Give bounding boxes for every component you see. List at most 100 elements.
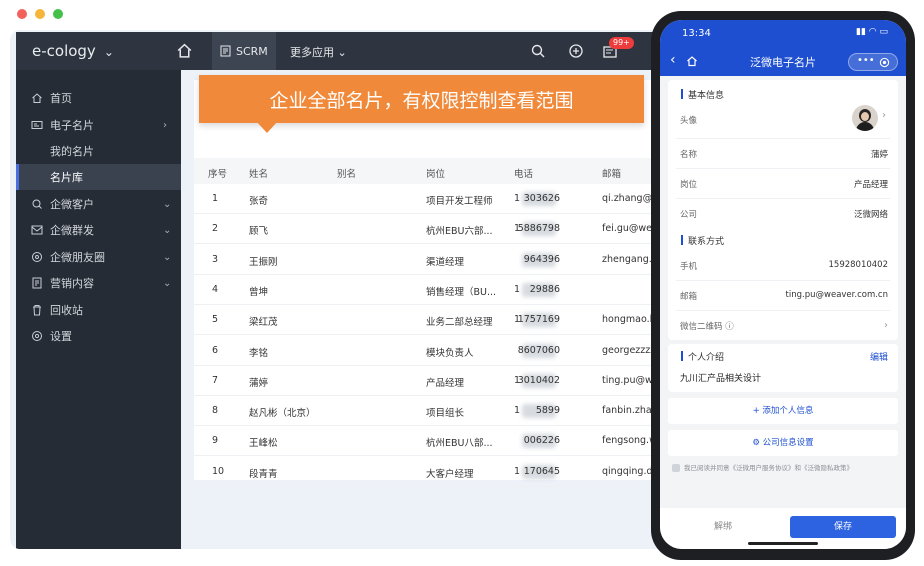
cell-position: 项目开发工程师 [426,196,493,207]
name-value: 蒲婷 [870,150,888,160]
status-bar: 13:34 ▮▮ ◠ ▭ [660,20,906,46]
sidebar-item-my-card[interactable]: 我的名片 [16,138,181,164]
sidebar-item-label: 电子名片 [50,119,94,132]
cell-name: 顾飞 [249,226,269,238]
miniapp-capsule[interactable]: ••• [848,53,898,71]
contact-info-card: 联系方式 手机 15928010402 邮箱 ting.pu@weaver.co… [668,228,898,340]
cell-phone-suffix: 964396 [523,253,560,265]
company-settings-button[interactable]: ⚙ 公司信息设置 [668,430,898,456]
field-label: 邮箱 [680,292,698,302]
table-header: 序号 姓名 别名 岗位 电话 邮箱 [194,158,670,184]
table-row[interactable]: 6 李铭 模块负责人 8607060 georgezzzz( [194,336,670,366]
edit-intro-button[interactable]: 编辑 [870,350,888,363]
section-title-contact: 联系方式 [680,234,724,247]
help-icon[interactable]: ⓘ [725,322,734,332]
cell-phone-prefix: 1 [514,193,521,204]
cell-position: 项目组长 [426,408,465,420]
chevron-down-icon: ⌄ [163,277,172,289]
table-row[interactable]: 7 蒲婷 产品经理 1 3010402 ting.pu@we [194,366,670,396]
table-row[interactable]: 1 张奇 项目开发工程师 1 303626 qi.zhang@w [194,184,670,214]
cell-name: 曾坤 [249,286,269,298]
table-row[interactable]: 10 段青青 大客户经理 1 170645 qingqing.dua [194,457,670,487]
nav-more-apps[interactable]: 更多应用 ⌄ [290,44,347,60]
agreement-checkbox[interactable] [672,464,680,472]
sidebar-item-label: 名片库 [50,171,83,184]
table-row[interactable]: 8 赵凡彬（北京） 项目组长 1 5899 fanbin.zhao( [194,396,670,427]
sidebar-item-recycle-bin[interactable]: 回收站 [16,297,181,323]
save-button[interactable]: 保存 [790,516,896,538]
callout-banner: 企业全部名片，有权限控制查看范围 [199,75,644,123]
chevron-right-icon: › [884,320,888,331]
table-row[interactable]: 9 王峰松 杭州EBU八部... 006226 fengsong.wa [194,426,670,457]
sidebar-item-card-library[interactable]: 名片库 [16,164,181,190]
email-value: ting.pu@weaver.com.cn [785,290,888,300]
chevron-down-icon: ⌄ [163,224,172,236]
more-icon[interactable]: ••• [857,55,875,66]
cell-position: 销售经理（BU... [426,286,497,298]
unbind-button[interactable]: 解绑 [670,516,776,538]
trash-icon [33,305,41,316]
divider [676,168,890,169]
sidebar-item-home[interactable]: 首页 [16,85,181,111]
cell-position: 大客户经理 [426,468,474,480]
cell-position: 杭州EBU八部... [426,438,493,450]
cell-name: 李铭 [249,347,269,359]
cell-phone-prefix: 1 [514,405,521,417]
cell-phone-suffix: 5886798 [517,223,560,235]
document-icon [32,277,42,289]
home-indicator [748,542,818,545]
document-icon [220,45,231,57]
cell-name: 张奇 [249,196,269,207]
add-personal-info-button[interactable]: + 添加个人信息 [668,398,898,424]
sidebar-item-settings[interactable]: 设置 [16,323,181,349]
sidebar-item-business-card[interactable]: 电子名片 › [16,112,181,138]
card-icon [31,121,43,129]
avatar[interactable] [852,105,878,131]
column-header-index: 序号 [208,169,228,180]
window-maximize-dot[interactable] [53,9,63,19]
top-navigation-bar: e-cology ⌄ SCRM 更多应用 ⌄ 99+ [16,32,670,70]
sidebar-item-wecom-broadcast[interactable]: 企微群发 ⌄ [16,217,181,243]
field-label: 名称 [680,150,698,160]
home-icon [32,93,42,103]
broadcast-icon [31,225,43,235]
window-minimize-dot[interactable] [35,9,45,19]
divider [676,310,890,311]
sidebar-item-label: 营销内容 [50,277,94,290]
notification-badge: 99+ [609,37,634,49]
sidebar-item-marketing-content[interactable]: 营销内容 ⌄ [16,270,181,296]
chevron-right-icon: › [882,110,886,121]
cell-position: 杭州EBU六部... [426,226,493,238]
cell-name: 赵凡彬（北京） [249,408,316,420]
agreement-row[interactable]: 我已阅读并同意《泛微用户服务协议》和《泛微隐私政策》 [672,462,853,472]
sidebar-item-label: 我的名片 [50,145,94,158]
table-row[interactable]: 3 王振刚 渠道经理 964396 zhengang.w [194,245,670,275]
close-target-icon[interactable] [879,57,890,68]
sidebar-item-wecom-customers[interactable]: 企微客户 ⌄ [16,191,181,217]
chevron-down-icon: ⌄ [163,251,172,263]
column-header-alias: 别名 [337,169,357,180]
cell-phone-suffix: 8607060 [517,344,560,356]
table-row[interactable]: 4 曾坤 销售经理（BU... 1 29886 [194,275,670,305]
cell-index: 10 [212,465,225,477]
app-logo[interactable]: e-cology ⌄ [32,42,114,60]
table-row[interactable]: 2 顾飞 杭州EBU六部... 1 5886798 fei.gu@weav [194,214,670,245]
cell-index: 5 [212,314,219,326]
table-row[interactable]: 5 梁红茂 业务二部总经理 1 1757169 hongmao.lia [194,305,670,336]
nav-tab-scrm[interactable]: SCRM [212,32,276,70]
sidebar-item-label: 回收站 [50,304,83,317]
window-close-dot[interactable] [17,9,27,19]
section-title-basic: 基本信息 [680,88,724,101]
home-icon[interactable] [176,42,193,59]
cell-index: 6 [212,344,219,356]
column-header-phone: 电话 [514,169,534,180]
column-header-position: 岗位 [426,169,446,180]
column-header-email: 邮箱 [602,169,622,180]
cell-index: 1 [212,193,219,204]
divider [676,138,890,139]
search-icon[interactable] [530,43,546,59]
sidebar-item-wecom-moments[interactable]: 企微朋友圈 ⌄ [16,244,181,270]
cell-name: 段青青 [249,468,278,480]
basic-info-card: 基本信息 头像 › 名称 蒲婷 岗位 产品经理 公司 泛微网络 [668,80,898,244]
add-circle-icon[interactable] [568,43,584,59]
